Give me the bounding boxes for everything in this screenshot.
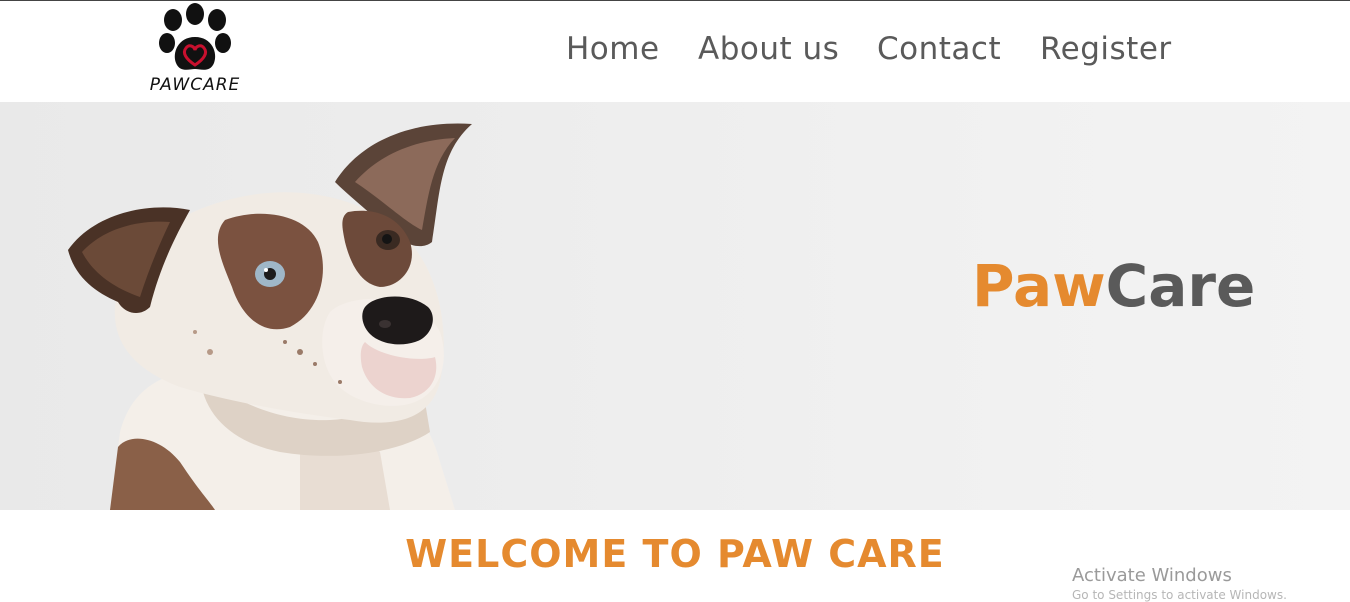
hero-banner: PawCare (0, 102, 1350, 510)
paw-print-icon (159, 3, 231, 70)
activate-windows-watermark: Activate Windows (1072, 565, 1232, 586)
brand-care: Care (1105, 252, 1256, 320)
brand-paw: Paw (972, 252, 1106, 320)
dog-photo (68, 123, 472, 510)
nav-contact[interactable]: Contact (877, 31, 1001, 67)
site-header: PAWCARE Home About us Contact Register (0, 1, 1350, 102)
logo-text: PAWCARE (149, 75, 241, 95)
nav-about-us[interactable]: About us (698, 31, 839, 67)
pawcare-logo[interactable]: PAWCARE (140, 3, 250, 97)
nav-register[interactable]: Register (1040, 31, 1172, 67)
nav-home[interactable]: Home (566, 31, 660, 67)
hero-brand-title: PawCare (972, 252, 1255, 320)
activate-windows-subtext: Go to Settings to activate Windows. (1072, 588, 1287, 602)
